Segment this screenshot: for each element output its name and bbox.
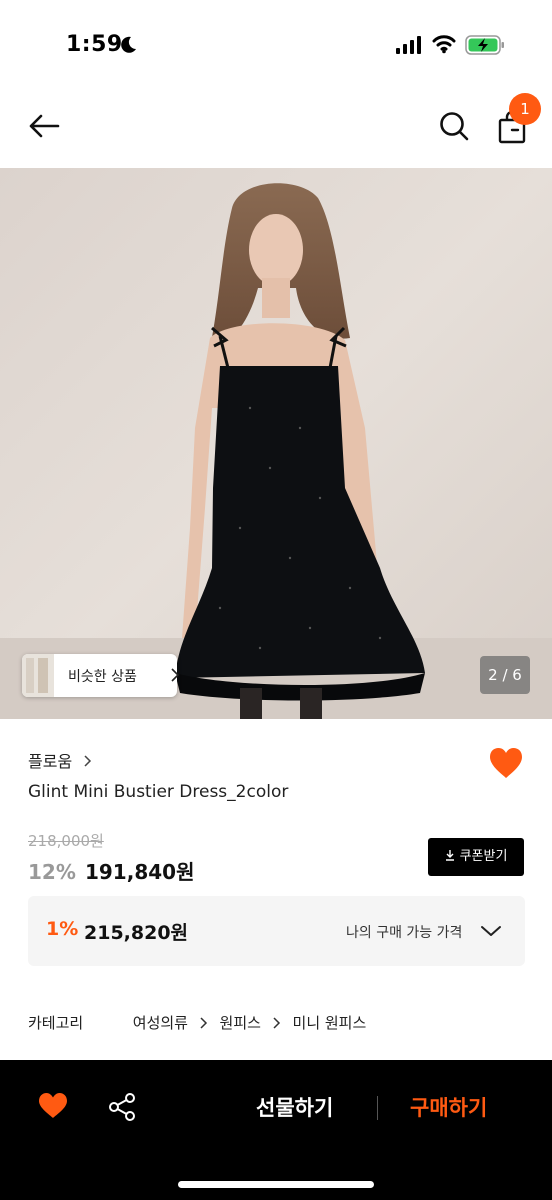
chevron-right-icon [84,755,92,767]
my-discount-percent: 1% [46,918,79,940]
chevron-down-icon [481,926,501,936]
chevron-right-icon [200,1017,207,1029]
search-icon[interactable] [438,110,470,142]
back-arrow-icon[interactable] [26,108,62,144]
wifi-icon [432,35,456,54]
category-row: 카테고리 여성의류 원피스 미니 원피스 [28,1012,366,1033]
category-link-0[interactable]: 여성의류 [133,1014,188,1032]
product-name: Glint Mini Bustier Dress_2color [28,782,289,802]
brand-link[interactable]: 플로움 [28,748,93,772]
category-link-2[interactable]: 미니 원피스 [293,1014,367,1032]
image-page-indicator: 2 / 6 [480,656,530,694]
divider [377,1096,378,1120]
gift-button[interactable]: 선물하기 [256,1092,333,1122]
category-label: 카테고리 [28,1014,84,1032]
status-bar: 1:59 [0,0,552,80]
share-icon[interactable] [108,1092,136,1122]
moon-icon [121,36,136,53]
original-price: 218,000원 [28,832,104,850]
discount-percent: 12% [28,860,76,884]
bottom-action-bar: 선물하기 구매하기 [0,1060,552,1200]
price-row: 12% 191,840원 [28,856,194,885]
my-price-label: 나의 구매 가능 가격 [346,925,463,941]
heart-icon[interactable] [38,1092,68,1120]
chevron-right-icon [171,668,180,682]
my-price-dropdown[interactable]: 1% 215,820원 나의 구매 가능 가격 [28,896,525,966]
battery-charging-icon [465,35,504,55]
status-time: 1:59 [66,32,123,57]
product-photo [0,168,552,719]
cart-count-badge: 1 [509,93,541,125]
get-coupon-button[interactable]: 쿠폰받기 [428,838,524,876]
coupon-label: 쿠폰받기 [459,849,508,864]
home-indicator [178,1181,374,1188]
similar-thumbnail [22,654,54,697]
similar-products-label: 비슷한 상품 [68,669,137,685]
category-link-1[interactable]: 원피스 [220,1014,261,1032]
sale-price: 191,840원 [84,860,195,884]
brand-name: 플로움 [28,752,73,771]
top-nav-bar [0,80,552,168]
signal-icon [396,36,421,54]
chevron-right-icon [273,1017,280,1029]
similar-products-button[interactable]: 비슷한 상품 [22,654,180,697]
product-image[interactable] [0,168,552,719]
heart-icon[interactable] [488,746,524,780]
buy-button[interactable]: 구매하기 [410,1092,487,1122]
my-price: 215,820원 [84,922,189,944]
download-icon [445,850,454,861]
